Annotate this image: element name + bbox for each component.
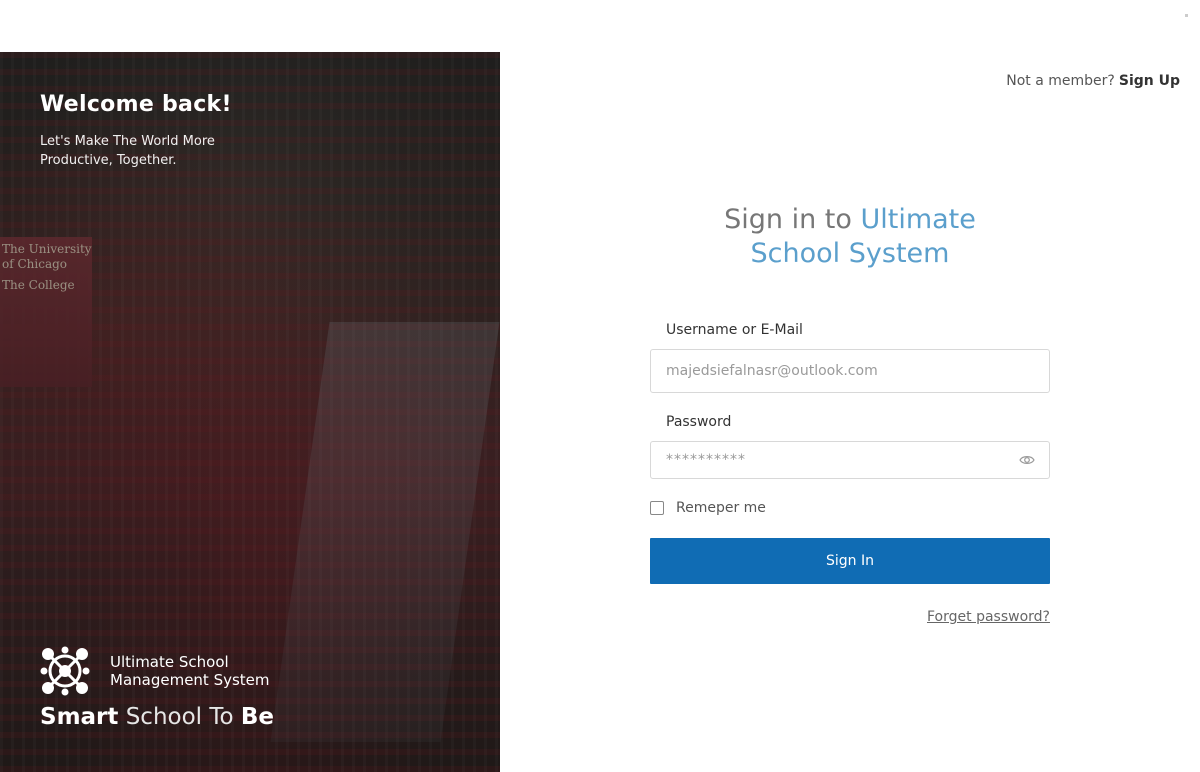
username-input[interactable] (650, 349, 1050, 393)
network-logo-icon (40, 646, 90, 696)
signin-button[interactable]: Sign In (650, 538, 1050, 584)
hero-panel: The University of Chicago The College We… (0, 52, 500, 772)
eye-icon[interactable] (1019, 453, 1035, 467)
tagline-word: School (125, 704, 203, 730)
title-prefix: Sign in to (724, 204, 852, 235)
login-page: The University of Chicago The College We… (0, 0, 1200, 772)
tagline-word: Smart (40, 704, 119, 730)
hero-subtitle: Let's Make The World More Productive, To… (40, 134, 215, 168)
hero-tagline: Smart School To Be (40, 704, 274, 730)
password-input[interactable] (650, 441, 1050, 479)
forgot-password-link[interactable]: Forget password? (927, 609, 1050, 625)
remember-me[interactable]: Remeper me (650, 500, 766, 516)
username-label: Username or E-Mail (666, 322, 803, 338)
remember-checkbox[interactable] (650, 501, 664, 515)
tagline-word: Be (240, 704, 275, 730)
brand-name-line2: Management System (110, 671, 270, 689)
title-accent-line2: School System (750, 238, 950, 269)
member-prompt: Not a member? Sign Up (1006, 73, 1180, 89)
remember-label: Remeper me (676, 500, 766, 516)
corner-mark (1185, 14, 1188, 17)
member-text: Not a member? (1006, 73, 1115, 89)
signup-link[interactable]: Sign Up (1119, 73, 1180, 89)
brand-logo: Ultimate School Management System (40, 646, 270, 696)
title-accent-line1: Ultimate (860, 204, 976, 235)
brand-name: Ultimate School Management System (110, 653, 270, 689)
page-title: Sign in to Ultimate School System (650, 203, 1050, 271)
tagline-word: To (209, 704, 234, 730)
password-label: Password (666, 414, 732, 430)
brand-name-line1: Ultimate School (110, 653, 229, 671)
hero-title: Welcome back! (40, 92, 232, 117)
